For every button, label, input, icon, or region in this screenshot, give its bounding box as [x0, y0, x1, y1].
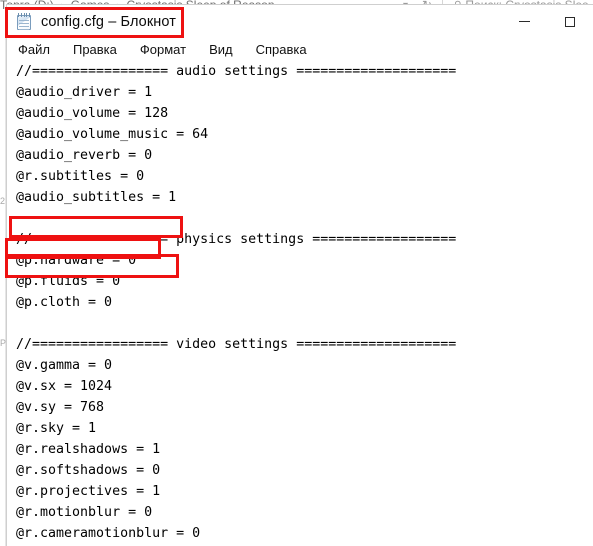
code-line: @audio_volume_music = 64 — [16, 127, 209, 142]
menu-item-help[interactable]: Справка — [254, 41, 309, 58]
code-line: @v.sy = 768 — [16, 400, 105, 415]
code-line: @p.fluids = 0 — [16, 274, 121, 289]
menu-item-view[interactable]: Вид — [207, 41, 235, 58]
code-line: @r.motionblur = 0 — [16, 505, 153, 520]
code-line: //================= video settings =====… — [16, 337, 457, 352]
maximize-button[interactable] — [547, 5, 593, 38]
code-line: @audio_subtitles = 1 — [16, 190, 177, 205]
code-line: @p.cloth = 0 — [16, 295, 113, 310]
code-line: @r.subtitles = 0 — [16, 169, 145, 184]
window-title: config.cfg – Блокнот — [41, 13, 176, 30]
screen-root: Торrа (D:) › Games › Cryostasis Sleep of… — [0, 0, 593, 546]
code-line: @r.sky = 1 — [16, 421, 97, 436]
code-line: @r.softshadows = 0 — [16, 463, 161, 478]
code-line: @audio_volume = 128 — [16, 106, 169, 121]
code-line: @r.projectives = 1 — [16, 484, 161, 499]
menu-item-file[interactable]: Файл — [16, 41, 52, 58]
notepad-titlebar[interactable]: config.cfg – Блокнот — [7, 5, 593, 38]
code-line: @v.sx = 1024 — [16, 379, 113, 394]
code-line: @audio_reverb = 0 — [16, 148, 153, 163]
code-line: @audio_driver = 1 — [16, 85, 153, 100]
code-line: @r.realshadows = 1 — [16, 442, 161, 457]
menu-item-edit[interactable]: Правка — [71, 41, 119, 58]
code-line: @r.cameramotionblur = 0 — [16, 526, 201, 541]
code-line: @p.hardware = 0 — [16, 253, 137, 268]
notepad-text-area[interactable]: //================= audio settings =====… — [7, 60, 593, 546]
notepad-window: config.cfg – Блокнот Файл Правка Формат … — [6, 4, 593, 546]
code-line: @v.gamma = 0 — [16, 358, 113, 373]
notepad-icon — [16, 13, 33, 30]
window-controls — [501, 5, 593, 38]
code-line: //================= audio settings =====… — [16, 64, 457, 79]
notepad-menubar: Файл Правка Формат Вид Справка — [7, 38, 593, 60]
minimize-button[interactable] — [501, 5, 547, 38]
code-line: //================= physics settings ===… — [16, 232, 457, 247]
menu-item-format[interactable]: Формат — [138, 41, 188, 58]
